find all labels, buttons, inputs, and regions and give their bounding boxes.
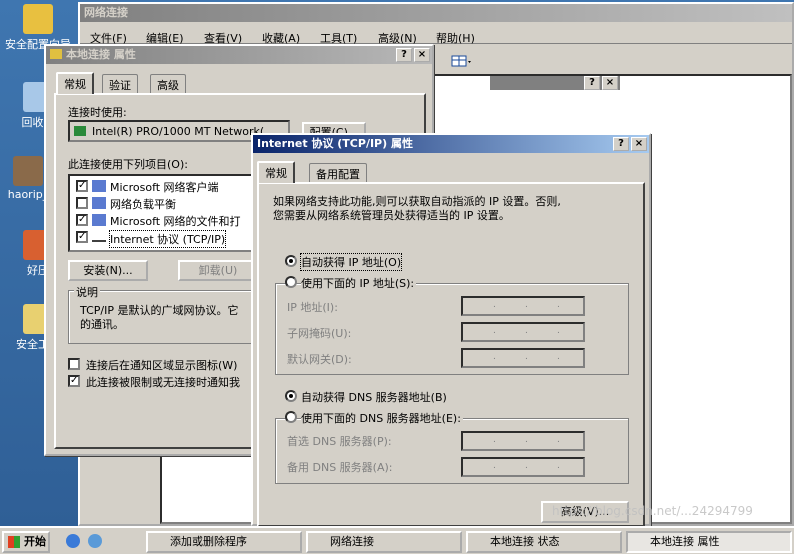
ie-icon[interactable]: [66, 534, 80, 548]
gateway-field[interactable]: ...: [461, 348, 585, 368]
manual-ip-radio[interactable]: [285, 276, 297, 288]
client-icon: [92, 180, 106, 192]
menu-help[interactable]: 帮助(H): [436, 30, 475, 46]
taskbar-item-add-remove[interactable]: 添加或删除程序: [146, 531, 302, 553]
adapter-icon: [74, 126, 86, 136]
help-icon[interactable]: ?: [584, 76, 600, 90]
tab-general[interactable]: 常规: [56, 72, 94, 94]
component-item-selected[interactable]: Internet 协议 (TCP/IP): [108, 230, 227, 248]
properties-titlebar: 本地连接 属性 ? ×: [46, 46, 432, 64]
tab-authentication[interactable]: 验证: [102, 74, 138, 94]
checkbox-item-3[interactable]: ✓: [76, 214, 88, 226]
manual-dns-radio[interactable]: [285, 411, 297, 423]
checkbox-item-1[interactable]: ✓: [76, 180, 88, 192]
component-item[interactable]: Microsoft 网络的文件和打: [110, 213, 241, 229]
ip-address-label: IP 地址(I):: [287, 301, 338, 314]
help-button[interactable]: ?: [613, 137, 629, 151]
watermark: https://blog.csdn.net/...24294799: [552, 504, 753, 518]
close-button[interactable]: ×: [631, 137, 647, 151]
tab-general[interactable]: 常规: [257, 161, 295, 183]
taskbar: 开始 添加或删除程序 网络连接 本地连接 状态 本地连接 属性: [0, 526, 794, 554]
subnet-mask-field[interactable]: ...: [461, 322, 585, 342]
inactive-subwindow-bar: [490, 76, 620, 90]
windows-logo-icon: [8, 536, 20, 548]
uninstall-button[interactable]: 卸载(U): [178, 260, 258, 281]
show-icon-label[interactable]: 连接后在通知区域显示图标(W): [86, 357, 237, 373]
network-icon: [50, 49, 62, 59]
taskbar-item-properties[interactable]: 本地连接 属性: [626, 531, 792, 553]
show-icon-checkbox[interactable]: [68, 358, 80, 370]
views-icon[interactable]: [450, 52, 472, 70]
nlb-icon: [92, 197, 106, 209]
intro-text-2: 您需要从网络系统管理员处获得适当的 IP 设置。: [273, 209, 510, 222]
outlook-icon[interactable]: [88, 534, 102, 548]
close-icon[interactable]: ×: [602, 76, 618, 90]
description-title: 说明: [74, 284, 100, 300]
notify-checkbox[interactable]: ✓: [68, 375, 80, 387]
taskbar-item-network[interactable]: 网络连接: [306, 531, 462, 553]
notify-label[interactable]: 此连接被限制或无连接时通知我: [86, 374, 240, 390]
subnet-mask-label: 子网掩码(U):: [287, 327, 352, 340]
preferred-dns-field[interactable]: ...: [461, 431, 585, 451]
auto-ip-label[interactable]: 自动获得 IP 地址(O): [299, 253, 403, 271]
auto-dns-label[interactable]: 自动获得 DNS 服务器地址(B): [301, 389, 447, 405]
alternate-dns-field[interactable]: ...: [461, 457, 585, 477]
auto-dns-radio[interactable]: [285, 390, 297, 402]
wizard-icon: [23, 4, 53, 34]
network-window-titlebar: 网络连接: [80, 4, 792, 22]
manual-dns-label[interactable]: 使用下面的 DNS 服务器地址(E):: [301, 410, 463, 426]
help-button[interactable]: ?: [396, 48, 412, 62]
close-button[interactable]: ×: [414, 48, 430, 62]
tcpip-titlebar: Internet 协议 (TCP/IP) 属性 ? ×: [253, 135, 649, 153]
taskbar-item-status[interactable]: 本地连接 状态: [466, 531, 622, 553]
component-item[interactable]: 网络负载平衡: [110, 196, 176, 212]
file-sharing-icon: [92, 214, 106, 226]
tab-advanced[interactable]: 高级: [150, 74, 186, 94]
checkbox-item-2[interactable]: [76, 197, 88, 209]
archive-icon: [13, 156, 43, 186]
auto-ip-radio[interactable]: [285, 255, 297, 267]
install-button[interactable]: 安装(N)...: [68, 260, 148, 281]
items-label: 此连接使用下列项目(O):: [68, 158, 188, 171]
manual-ip-label[interactable]: 使用下面的 IP 地址(S):: [301, 275, 417, 291]
gateway-label: 默认网关(D):: [287, 353, 352, 366]
checkbox-item-4[interactable]: ✓: [76, 231, 88, 243]
protocol-icon: [92, 232, 106, 242]
tab-alternate-config[interactable]: 备用配置: [309, 163, 367, 183]
component-item[interactable]: Microsoft 网络客户端: [110, 179, 219, 195]
ip-address-field[interactable]: ...: [461, 296, 585, 316]
description-text-2: 的通讯。: [80, 318, 124, 331]
preferred-dns-label: 首选 DNS 服务器(P):: [287, 435, 392, 448]
alternate-dns-label: 备用 DNS 服务器(A):: [287, 461, 393, 474]
start-button[interactable]: 开始: [2, 531, 50, 553]
connect-using-label: 连接时使用:: [68, 106, 127, 119]
adapter-name: Intel(R) PRO/1000 MT Network(: [92, 125, 265, 138]
tcpip-properties-window: Internet 协议 (TCP/IP) 属性 ? × 常规 备用配置 如果网络…: [251, 133, 651, 527]
